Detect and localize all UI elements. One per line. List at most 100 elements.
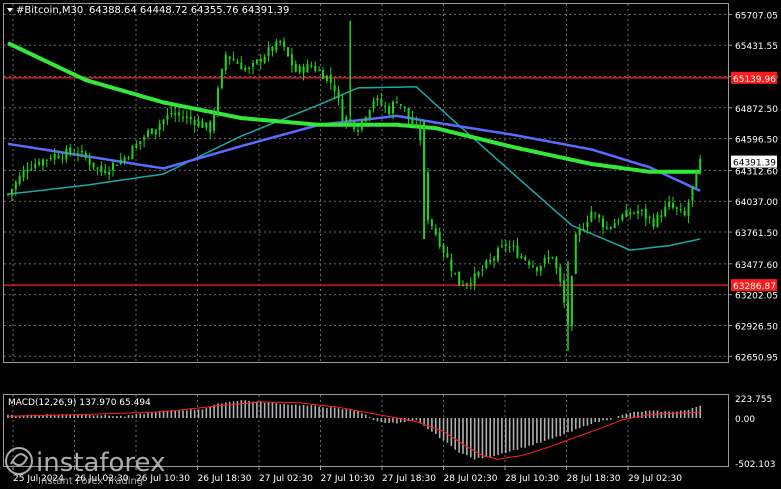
candle-body [563,280,566,303]
candle-body [617,221,620,223]
level-tag-label: 65139.96 [733,75,776,85]
candle-body [675,207,678,209]
candle-body [104,170,107,174]
candle-body [84,152,87,158]
candle-body [77,153,79,155]
candle-body [259,58,262,63]
candle-body [524,257,527,260]
candle-body [687,202,690,216]
candle-body [648,216,651,218]
candle-body [271,46,274,52]
candle-body [438,232,441,247]
candle-body [287,47,289,57]
candle-body [252,63,254,67]
price-tick-label: 62650.95 [735,353,778,363]
candle-body [275,41,278,51]
candle-body [100,165,103,173]
candle-body [411,116,414,125]
candle-body [322,70,324,79]
candle-body [112,162,114,171]
candle-body [360,119,363,130]
price-tick-label: 64312.60 [735,167,778,177]
candle-body [150,128,153,134]
candle-body [652,218,655,227]
candle-body [574,234,577,274]
candle-body [605,227,608,229]
candle-body [458,271,461,286]
candle-body [193,119,196,125]
candle-body [123,157,126,162]
candle-body [660,215,663,218]
candle-body [197,120,200,127]
candle-body [489,259,492,262]
candle-body [143,137,146,141]
candle-body [294,63,297,72]
candle-body [539,265,542,272]
candle-body [462,285,464,287]
candle-body [403,106,406,109]
candle-body [372,100,375,109]
candle-body [368,109,371,119]
candle-body [578,229,581,236]
candle-body [131,146,134,160]
candle-body [407,107,410,118]
candle-body [337,90,340,99]
candle-body [504,244,507,247]
candle-body [341,99,344,121]
candle-body [500,245,503,247]
candle-body [255,59,258,64]
price-tick-label: 65707.05 [735,11,778,21]
candle-body [220,69,223,89]
candle-body [446,253,449,258]
price-tick-label: 63761.50 [735,229,778,239]
candle-body [392,101,394,114]
candle-body [290,54,293,66]
candle-body [415,123,418,127]
candle-body [679,209,682,211]
candle-body [609,227,612,229]
candle-body [170,113,173,115]
candle-body [699,158,702,173]
candle-body [633,212,636,214]
candle-body [364,117,367,122]
candle-body [49,158,52,160]
macd-tick-label: 223.755 [735,395,772,405]
candle-body [598,215,601,218]
price-tick-label: 62926.50 [735,322,778,332]
logo-text: instaforex [36,448,165,478]
price-tick-label: 64596.50 [735,136,778,146]
candle-body [108,171,111,175]
candle-body [357,130,359,132]
candle-body [244,67,247,71]
candle-body [590,211,593,222]
candle-body [516,245,519,258]
candle-body [45,159,48,161]
candle-body [477,271,480,276]
candle-body [582,229,585,231]
candle-body [38,161,41,165]
chart-root: 65707.0565431.5565151.0064872.5064596.50… [0,0,781,489]
candle-body [399,104,402,106]
candle-body [228,56,231,59]
candle-body [672,203,674,208]
candle-body [174,113,177,115]
candle-body [465,283,468,286]
candle-body [166,115,169,120]
candle-body [189,116,192,120]
candle-body [10,189,13,195]
price-tick-label: 64037.00 [735,198,778,208]
candle-body [26,169,29,173]
candle-body [508,246,511,248]
candle-body [30,168,33,170]
candle-body [644,208,647,219]
candle-body [621,214,624,221]
candle-body [485,260,488,268]
logo-tagline: Instant Forex Trading [38,476,143,487]
candle-body [302,66,305,73]
candle-body [96,167,99,169]
candle-body [528,261,531,265]
candle-body [532,265,534,267]
price-tick-label: 64872.50 [735,105,778,115]
candle-body [473,273,476,286]
candle-body [395,102,398,104]
